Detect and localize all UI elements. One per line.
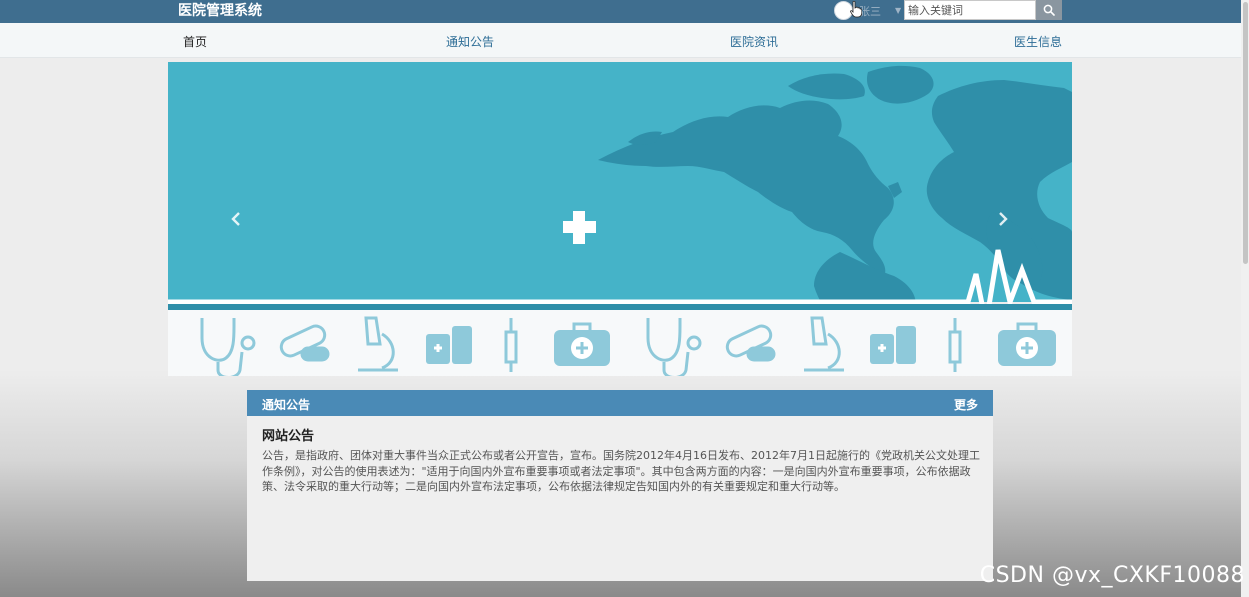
- banner-carousel: [168, 62, 1072, 376]
- page-scrollbar-thumb[interactable]: [1243, 2, 1248, 264]
- chevron-right-icon: [999, 212, 1008, 226]
- site-title: 医院管理系统: [178, 3, 262, 19]
- banner-image: [168, 62, 1072, 376]
- carousel-prev-button[interactable]: [221, 202, 251, 236]
- mouse-cursor-icon: [850, 1, 862, 18]
- notice-panel: 通知公告 更多 网站公告 公告，是指政府、团体对重大事件当众正式公布或者公开宣告…: [247, 390, 993, 581]
- notice-panel-header: 通知公告 更多: [247, 390, 993, 416]
- notice-title[interactable]: 网站公告: [262, 425, 314, 444]
- first-aid-kit-icon: [554, 322, 610, 366]
- chevron-left-icon: [231, 212, 240, 226]
- watermark: CSDN @vx_CXKF10088: [979, 563, 1245, 588]
- search-button[interactable]: [1036, 0, 1062, 20]
- notice-header-title: 通知公告: [262, 398, 311, 412]
- nav-item-doctor-info[interactable]: 医生信息: [1014, 35, 1062, 49]
- caret-down-icon[interactable]: ▼: [895, 6, 901, 15]
- search-icon: [1043, 4, 1055, 16]
- nav-item-hospital-news[interactable]: 医院资讯: [730, 35, 778, 49]
- carousel-next-button[interactable]: [988, 202, 1018, 236]
- nav-item-notices[interactable]: 通知公告: [446, 35, 494, 49]
- first-aid-kit-icon: [998, 322, 1056, 366]
- notice-body: 公告，是指政府、团体对重大事件当众正式公布或者公开宣告，宣布。国务院2012年4…: [262, 449, 980, 493]
- user-menu[interactable]: 张三 ▼: [834, 0, 901, 21]
- top-header-bar: 医院管理系统 张三 ▼: [0, 0, 1249, 23]
- more-link[interactable]: 更多: [954, 396, 978, 413]
- search-input[interactable]: [904, 0, 1036, 20]
- nav-item-home[interactable]: 首页: [183, 35, 207, 49]
- username[interactable]: 张三: [859, 3, 881, 19]
- main-nav: 首页 通知公告 医院资讯 医生信息: [0, 23, 1249, 58]
